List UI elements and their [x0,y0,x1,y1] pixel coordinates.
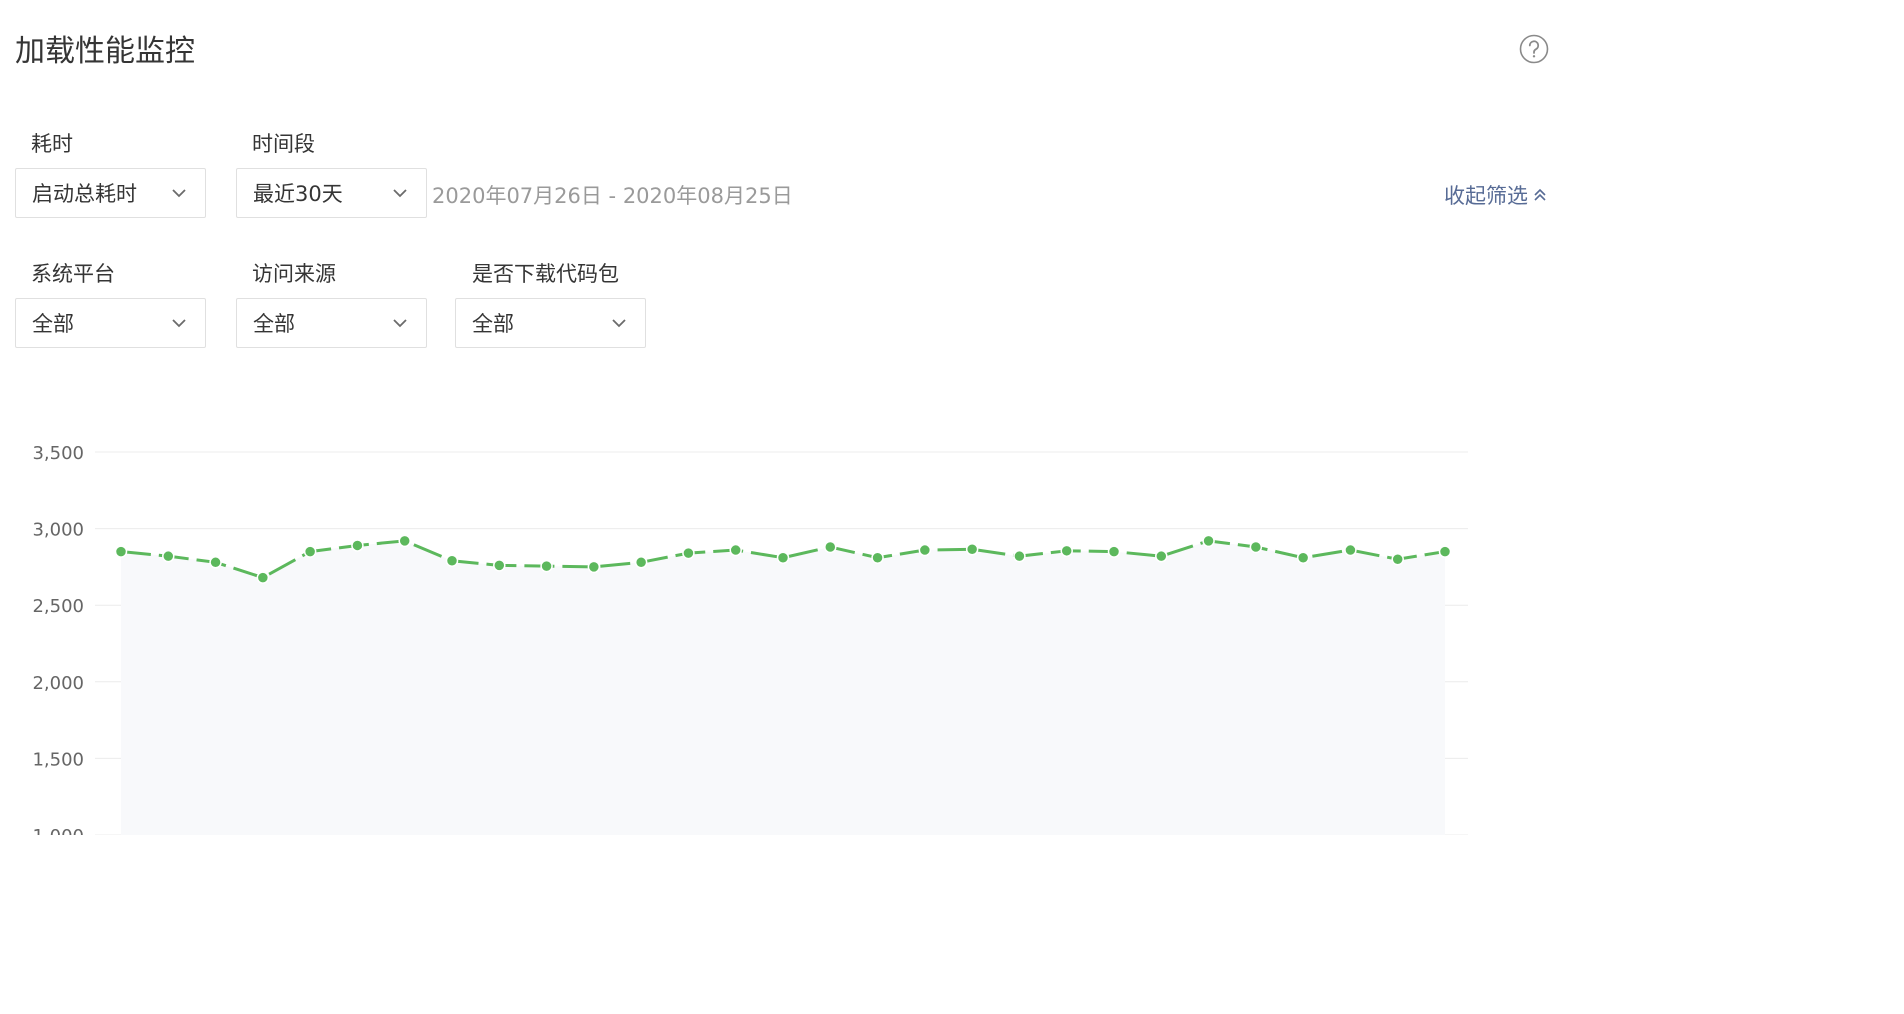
source-select[interactable]: 全部 [236,298,427,348]
chevron-down-icon [393,189,407,198]
data-point [351,539,364,552]
data-point [587,560,601,574]
collapse-filters-link[interactable]: 收起筛选 [1444,180,1548,210]
platform-label: 系统平台 [31,262,115,286]
data-point [256,571,270,584]
y-tick-label: 3,000 [32,520,84,541]
data-point [1060,544,1073,558]
page-title: 加载性能监控 [15,34,195,69]
data-point [871,551,884,564]
duration-label: 耗时 [31,132,73,156]
period-select-value: 最近30天 [253,182,343,206]
data-point [398,534,411,548]
data-point [1013,549,1026,563]
platform-select-value: 全部 [32,312,74,336]
platform-select[interactable]: 全部 [15,298,206,348]
data-point [776,551,790,564]
chevron-down-icon [172,319,186,328]
data-point [1391,552,1404,566]
data-point [1249,540,1263,554]
data-point [1107,545,1121,558]
y-tick-label: 3,500 [32,443,84,464]
data-point [1155,549,1168,563]
y-tick-label: 1,000 [32,826,84,835]
data-point [162,549,175,563]
data-point [540,559,553,573]
data-point [965,543,979,556]
data-point [1296,551,1310,564]
data-point [1438,545,1452,558]
data-point [634,556,648,569]
y-tick-label: 1,500 [32,749,84,770]
y-tick-label: 2,000 [32,673,84,694]
data-point [493,559,506,572]
source-select-value: 全部 [253,312,295,336]
data-point [918,543,932,557]
code-package-select[interactable]: 全部 [455,298,646,348]
data-point [1344,543,1357,557]
chevron-down-icon [172,189,186,198]
date-range-text: 2020年07月26日 - 2020年08月25日 [432,184,793,208]
data-point [729,543,742,557]
load-time-line-chart: 3,500 3,000 2,500 2,000 1,500 1,000 [32,443,1468,835]
data-point [1202,534,1215,548]
data-point [445,554,459,568]
code-package-select-value: 全部 [472,312,514,336]
chevron-down-icon [393,319,407,328]
series-area [121,540,1445,835]
source-label: 访问来源 [252,262,336,286]
chevron-down-icon [612,319,626,328]
code-package-label: 是否下载代码包 [472,262,619,286]
duration-select-value: 启动总耗时 [32,182,137,206]
period-label: 时间段 [252,132,315,156]
collapse-filters-label: 收起筛选 [1444,184,1528,208]
double-chevron-up-icon [1534,188,1546,201]
data-point [682,546,695,560]
data-point [209,556,222,569]
data-point [824,540,837,554]
question-circle-icon[interactable] [1519,34,1549,64]
data-point [303,545,317,558]
duration-select[interactable]: 启动总耗时 [15,168,206,218]
data-point [114,545,128,558]
y-tick-label: 2,500 [32,596,84,617]
period-select[interactable]: 最近30天 [236,168,427,218]
